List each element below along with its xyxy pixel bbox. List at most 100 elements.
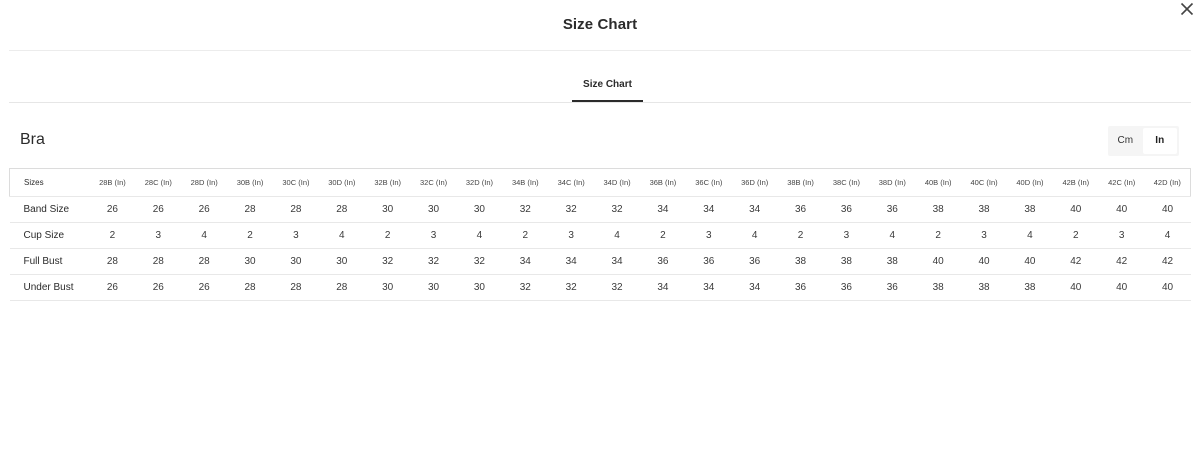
row-label: Full Bust [9, 248, 90, 275]
table-cell: 26 [89, 196, 136, 223]
table-cell: 34 [594, 248, 640, 275]
size-table: Sizes 28B (In) 28C (In) 28D (In) 30B (In) 30… [9, 168, 1191, 301]
column-header: 34D (In) [594, 168, 640, 197]
size-chart-modal: Size Chart Size Chart Bra Cm In Sizes 28… [0, 0, 1200, 464]
table-cell: 40 [1144, 196, 1191, 223]
table-cell: 2 [1052, 222, 1099, 249]
table-cell: 42 [1052, 248, 1099, 275]
tab-size-chart[interactable]: Size Chart [572, 51, 643, 102]
table-cell: 4 [456, 222, 503, 249]
table-cell: 28 [89, 248, 136, 275]
table-cell: 30 [364, 196, 411, 223]
table-cell: 30 [410, 196, 457, 223]
table-cell: 32 [502, 196, 549, 223]
table-cell: 4 [731, 222, 778, 249]
table-cell: 32 [364, 248, 411, 275]
table-cell: 34 [640, 196, 686, 223]
column-header: 38D (In) [869, 168, 916, 197]
column-header: 38C (In) [823, 168, 870, 197]
table-cell: 36 [731, 248, 778, 275]
column-header: 32C (In) [410, 168, 457, 197]
table-cell: 2 [777, 222, 824, 249]
table-cell: 40 [1098, 196, 1145, 223]
table-cell: 3 [961, 222, 1007, 249]
column-header: 42C (In) [1098, 168, 1145, 197]
table-cell: 3 [685, 222, 732, 249]
table-cell: 34 [685, 274, 732, 301]
size-table-container: Sizes 28B (In) 28C (In) 28D (In) 30B (In) 30… [9, 168, 1191, 301]
table-cell: 2 [227, 222, 273, 249]
table-cell: 38 [915, 274, 962, 301]
table-cell: 32 [594, 274, 640, 301]
table-cell: 38 [823, 248, 870, 275]
table-cell: 36 [823, 274, 870, 301]
table-cell: 40 [1052, 274, 1099, 301]
column-header: 42D (In) [1144, 168, 1191, 197]
table-cell: 26 [181, 196, 228, 223]
table-cell: 3 [273, 222, 319, 249]
table-cell: 32 [594, 196, 640, 223]
table-cell: 28 [227, 196, 273, 223]
table-cell: 40 [915, 248, 962, 275]
column-header: 30D (In) [318, 168, 365, 197]
table-cell: 4 [181, 222, 228, 249]
table-cell: 34 [685, 196, 732, 223]
table-cell: 32 [548, 196, 595, 223]
table-cell: 2 [502, 222, 549, 249]
table-cell: 38 [777, 248, 824, 275]
table-cell: 4 [318, 222, 365, 249]
table-cell: 30 [227, 248, 273, 275]
table-cell: 28 [135, 248, 182, 275]
table-row: Cup Size 2 3 4 2 3 4 2 3 4 2 3 4 2 3 4 2 3 4 2 3 4 2 3 4 [9, 222, 1191, 249]
column-header: 42B (In) [1052, 168, 1099, 197]
column-header: 32D (In) [456, 168, 503, 197]
table-cell: 42 [1098, 248, 1145, 275]
table-cell: 2 [89, 222, 136, 249]
unit-option-cm[interactable]: Cm [1108, 126, 1143, 156]
table-cell: 4 [869, 222, 916, 249]
column-header: 40B (In) [915, 168, 962, 197]
table-cell: 36 [640, 248, 686, 275]
table-cell: 30 [456, 274, 503, 301]
table-cell: 26 [181, 274, 228, 301]
table-cell: 3 [823, 222, 870, 249]
table-cell: 30 [273, 248, 319, 275]
table-cell: 34 [640, 274, 686, 301]
table-cell: 4 [594, 222, 640, 249]
table-row: Under Bust 26 26 26 28 28 28 30 30 30 32 32 32 34 34 34… [9, 274, 1191, 301]
table-cell: 3 [1098, 222, 1145, 249]
column-header: 32B (In) [364, 168, 411, 197]
column-header: 28C (In) [135, 168, 182, 197]
table-cell: 26 [89, 274, 136, 301]
table-cell: 34 [731, 196, 778, 223]
table-cell: 28 [273, 274, 319, 301]
table-cell: 4 [1007, 222, 1053, 249]
table-row: Band Size 26 26 26 28 28 28 30 30 30 32 32 32 34 34 34 3… [9, 196, 1191, 223]
row-label: Band Size [9, 196, 90, 223]
table-cell: 3 [548, 222, 595, 249]
table-cell: 28 [318, 274, 365, 301]
table-header-row: Sizes 28B (In) 28C (In) 28D (In) 30B (In) 30… [9, 168, 1191, 197]
section-title: Bra [20, 131, 45, 148]
table-cell: 3 [135, 222, 182, 249]
unit-option-in[interactable]: In [1142, 128, 1177, 154]
tab-bar: Size Chart [9, 51, 1191, 103]
table-cell: 30 [364, 274, 411, 301]
table-cell: 36 [777, 274, 824, 301]
column-header: 30C (In) [273, 168, 319, 197]
table-cell: 36 [777, 196, 824, 223]
table-cell: 26 [135, 196, 182, 223]
header-label: Sizes [9, 168, 90, 197]
table-cell: 40 [1007, 248, 1053, 275]
close-button[interactable] [1180, 2, 1194, 16]
table-cell: 30 [410, 274, 457, 301]
table-cell: 2 [364, 222, 411, 249]
close-icon [1180, 2, 1194, 16]
table-cell: 38 [1007, 196, 1053, 223]
column-header: 28B (In) [89, 168, 136, 197]
table-cell: 28 [273, 196, 319, 223]
table-cell: 28 [181, 248, 228, 275]
table-cell: 34 [548, 248, 595, 275]
column-header: 34C (In) [548, 168, 595, 197]
table-cell: 32 [548, 274, 595, 301]
